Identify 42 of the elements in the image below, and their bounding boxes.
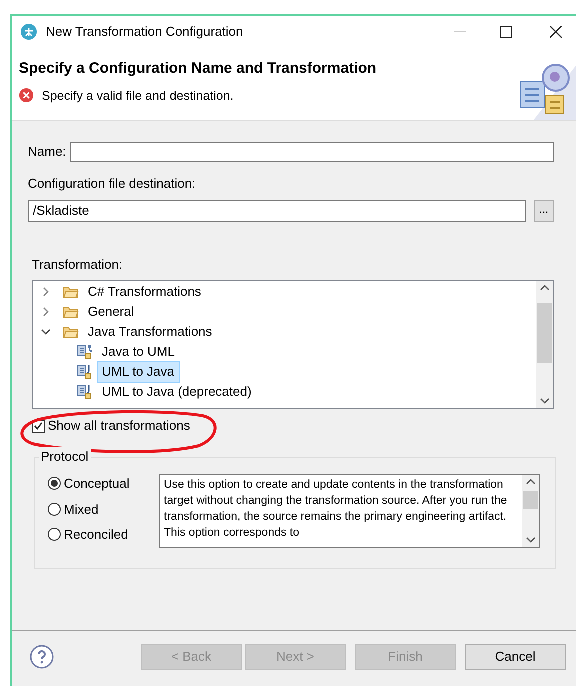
page-title: Specify a Configuration Name and Transformation xyxy=(19,59,378,79)
tree-item[interactable]: Java to UML xyxy=(97,341,180,363)
radio-button[interactable] xyxy=(48,477,61,490)
scrollbar[interactable] xyxy=(522,475,539,547)
scrollbar[interactable] xyxy=(536,281,553,408)
chevron-down-icon[interactable] xyxy=(41,327,51,337)
scroll-thumb[interactable] xyxy=(523,491,538,509)
help-icon[interactable] xyxy=(30,644,54,668)
error-message: Specify a valid file and destination. xyxy=(42,88,234,105)
tree-item[interactable]: UML to Java (deprecated) xyxy=(97,381,257,403)
error-icon xyxy=(19,88,34,104)
tree-item[interactable]: C# Transformations xyxy=(83,281,206,303)
document-icon xyxy=(77,364,93,380)
field-label: Configuration file destination: xyxy=(28,175,197,193)
name-field[interactable] xyxy=(70,142,554,162)
check-icon xyxy=(34,422,43,430)
folder-icon xyxy=(63,306,79,318)
field-label: Name: xyxy=(28,143,66,162)
browse-button[interactable]: ... xyxy=(534,200,554,222)
radio-label[interactable]: Conceptual xyxy=(64,474,130,494)
close-icon[interactable] xyxy=(550,26,562,38)
folder-icon xyxy=(63,286,79,298)
radio-label[interactable]: Reconciled xyxy=(64,525,128,544)
destination-field[interactable]: /Skladiste xyxy=(28,200,526,222)
folder-icon xyxy=(63,326,79,338)
section-label: Transformation: xyxy=(32,256,124,274)
window-title: New Transformation Configuration xyxy=(46,23,244,42)
chevron-right-icon[interactable] xyxy=(41,287,51,297)
tree-item[interactable]: Java Transformations xyxy=(83,321,218,343)
app-icon xyxy=(20,23,38,41)
description-text: Use this option to create and update contents in the transformation target without changing the transformation source. After you run the transformation, the source remains the primary engineering artifact. This option corresponds to xyxy=(163,478,508,541)
diagram-icon xyxy=(77,344,93,360)
document-icon xyxy=(77,384,93,400)
tree-item[interactable]: UML to Java xyxy=(97,361,180,383)
dialog-button[interactable]: Cancel xyxy=(465,644,566,670)
scroll-thumb[interactable] xyxy=(537,303,552,363)
tree-item[interactable]: General xyxy=(83,301,140,323)
radio-button[interactable] xyxy=(48,528,61,542)
chevron-right-icon[interactable] xyxy=(41,307,51,317)
radio-button[interactable] xyxy=(48,502,61,516)
radio-label[interactable]: Mixed xyxy=(64,500,99,519)
maximize-icon[interactable] xyxy=(500,26,512,38)
